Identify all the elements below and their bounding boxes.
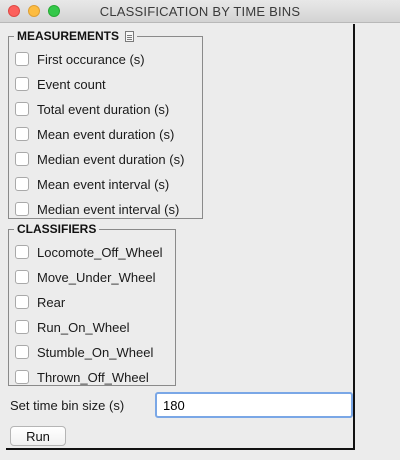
checkbox[interactable]: [15, 152, 29, 166]
measurement-event-count[interactable]: Event count: [15, 73, 106, 95]
checkbox[interactable]: [15, 52, 29, 66]
measurement-label: First occurance (s): [37, 51, 145, 67]
measurement-label: Event count: [37, 76, 106, 92]
classifiers-legend: CLASSIFIERS: [14, 222, 100, 236]
measurement-median-event-duration[interactable]: Median event duration (s): [15, 148, 184, 170]
measurements-legend: MEASUREMENTS: [14, 29, 138, 43]
measurements-group: MEASUREMENTS First occurance (s) Event c…: [8, 29, 203, 220]
checkbox[interactable]: [15, 270, 29, 284]
classifier-label: Stumble_On_Wheel: [37, 344, 154, 360]
classifier-stumble-on-wheel[interactable]: Stumble_On_Wheel: [15, 341, 153, 363]
checkbox[interactable]: [15, 370, 29, 384]
checkbox[interactable]: [15, 320, 29, 334]
checkbox[interactable]: [15, 77, 29, 91]
document-icon[interactable]: [125, 30, 135, 42]
checkbox[interactable]: [15, 102, 29, 116]
run-button[interactable]: Run: [10, 426, 66, 446]
measurement-label: Mean event duration (s): [37, 126, 175, 142]
time-bin-label: Set time bin size (s): [10, 398, 125, 413]
measurement-label: Median event interval (s): [37, 201, 180, 217]
measurement-first-occurance[interactable]: First occurance (s): [15, 48, 145, 70]
checkbox[interactable]: [15, 202, 29, 216]
classifier-run-on-wheel[interactable]: Run_On_Wheel: [15, 316, 130, 338]
time-bin-input[interactable]: [155, 392, 353, 418]
checkbox[interactable]: [15, 127, 29, 141]
measurement-mean-event-duration[interactable]: Mean event duration (s): [15, 123, 174, 145]
measurement-label: Total event duration (s): [37, 101, 170, 117]
classifier-label: Thrown_Off_Wheel: [37, 369, 149, 385]
title-bar: CLASSIFICATION BY TIME BINS: [0, 0, 400, 23]
classifier-label: Rear: [37, 294, 66, 310]
classifier-label: Move_Under_Wheel: [37, 269, 156, 285]
checkbox[interactable]: [15, 295, 29, 309]
classifier-move-under-wheel[interactable]: Move_Under_Wheel: [15, 266, 156, 288]
classifier-rear[interactable]: Rear: [15, 291, 65, 313]
classifiers-title: CLASSIFIERS: [17, 222, 97, 236]
classifier-label: Locomote_Off_Wheel: [37, 244, 163, 260]
classifier-label: Run_On_Wheel: [37, 319, 130, 335]
measurement-label: Mean event interval (s): [37, 176, 170, 192]
checkbox[interactable]: [15, 345, 29, 359]
measurement-total-event-duration[interactable]: Total event duration (s): [15, 98, 169, 120]
classifier-locomote-off-wheel[interactable]: Locomote_Off_Wheel: [15, 241, 163, 263]
classifier-thrown-off-wheel[interactable]: Thrown_Off_Wheel: [15, 366, 149, 388]
measurement-median-event-interval[interactable]: Median event interval (s): [15, 198, 179, 220]
window-title: CLASSIFICATION BY TIME BINS: [99, 4, 301, 19]
checkbox[interactable]: [15, 177, 29, 191]
measurement-mean-event-interval[interactable]: Mean event interval (s): [15, 173, 169, 195]
classifiers-group: CLASSIFIERS Locomote_Off_Wheel Move_Unde…: [8, 222, 176, 388]
measurements-title: MEASUREMENTS: [17, 29, 120, 43]
checkbox[interactable]: [15, 245, 29, 259]
measurement-label: Median event duration (s): [37, 151, 185, 167]
